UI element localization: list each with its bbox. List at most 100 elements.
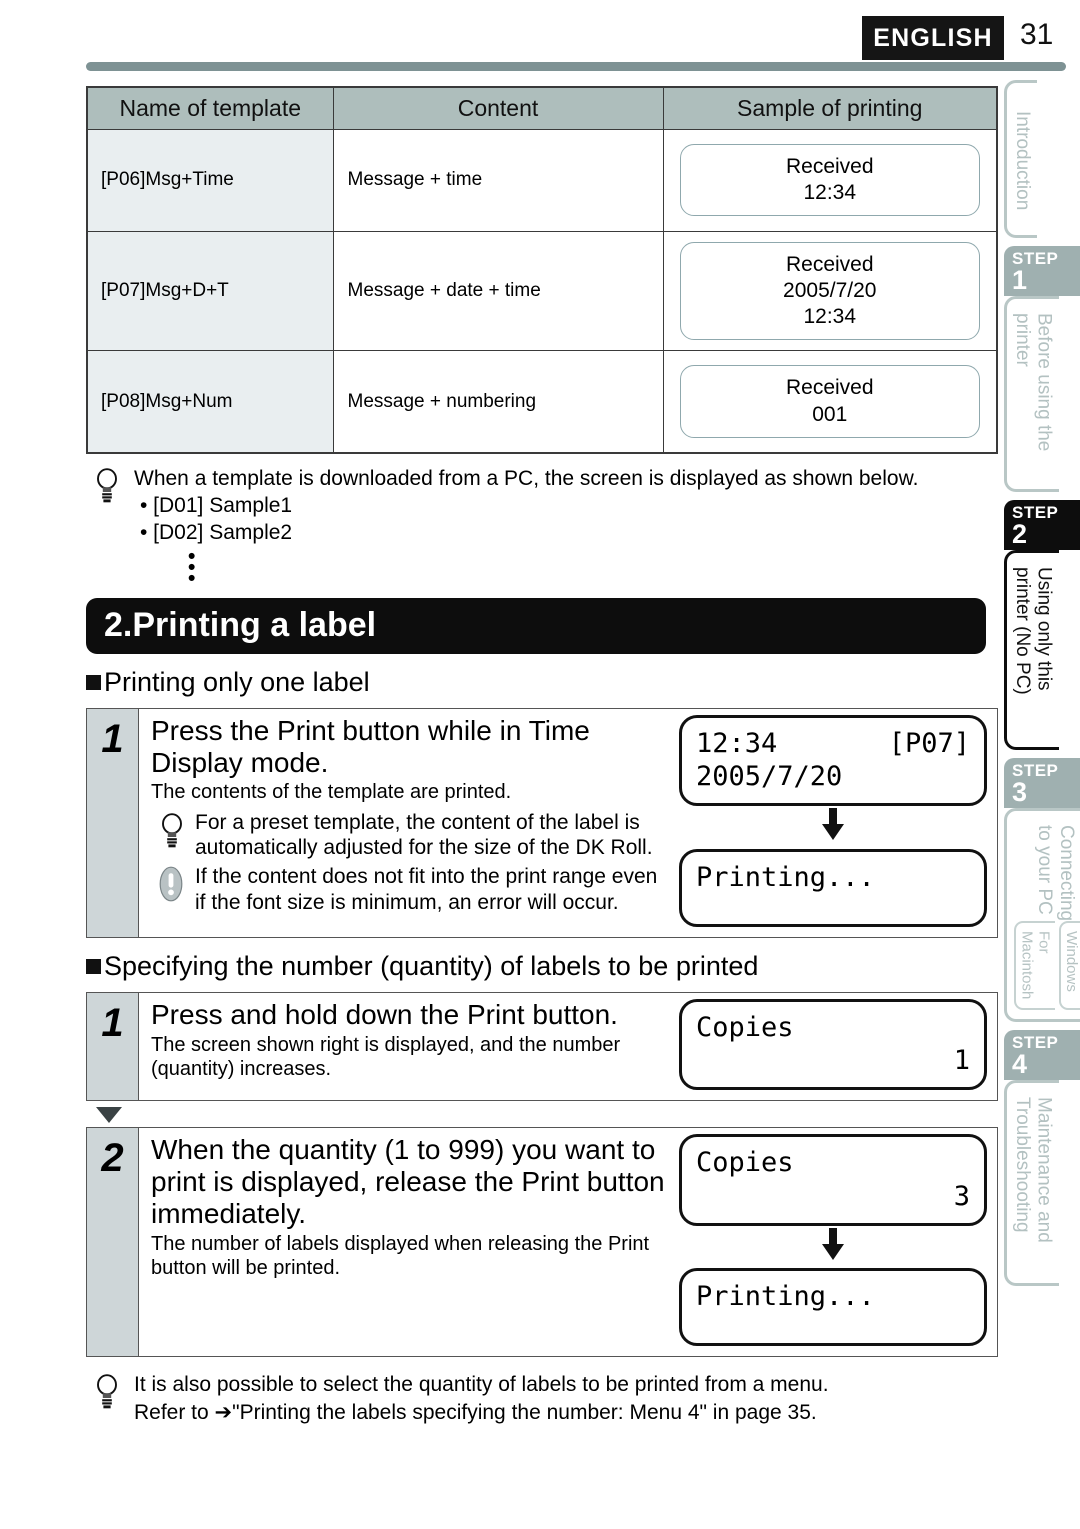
lcd-display-copies: Copies 3	[679, 1134, 987, 1226]
step-lcd-side: Copies 1	[667, 998, 987, 1091]
manual-page: ENGLISH 31 Name of template Content Samp…	[0, 0, 1080, 1529]
step-body: Press and hold down the Print button. Th…	[139, 993, 997, 1101]
language-badge: ENGLISH	[862, 16, 1004, 60]
sample-line: Received	[785, 154, 874, 178]
template-content: Message + numbering	[332, 350, 664, 454]
sidebar-tab-step-2-label: Using only this printer (No PC)	[1004, 550, 1059, 750]
step-block-release-print: 2 When the quantity (1 to 999) you want …	[86, 1127, 998, 1358]
download-note-item: • [D01] Sample1	[140, 494, 293, 518]
template-content: Message + time	[332, 128, 664, 232]
sidebar-subtab-for-windows[interactable]: For Windows	[1058, 921, 1080, 1010]
lcd-sample-box: Received 12:34	[679, 143, 980, 217]
template-name: [P07]Msg+D+T	[86, 230, 334, 352]
page-number: 31	[1020, 18, 1054, 51]
template-content: Message + date + time	[332, 230, 664, 352]
footer-note-line-2: Refer to ➔"Printing the labels specifyin…	[134, 1400, 817, 1424]
sidebar-tab-step-2[interactable]: STEP 2 Using only this printer (No PC)	[1004, 500, 1080, 750]
sidebar-tab-step-3-label: Connecting to your PC	[1034, 825, 1077, 922]
lcd-date: 2005/7/20	[696, 761, 843, 793]
sidebar-tabs: Introduction STEP 1 Before using the pri…	[1004, 80, 1080, 1286]
ellipsis-dot: •	[188, 555, 196, 579]
step-number: 1	[87, 992, 139, 1101]
sidebar-tab-step-4-label: Maintenance and Troubleshooting	[1004, 1080, 1059, 1286]
step-title: Press and hold down the Print button.	[151, 998, 618, 1030]
bullet-square-icon	[86, 958, 101, 974]
step-tip: For a preset template, the content of th…	[151, 810, 667, 861]
lcd-copies-value: 1	[953, 1045, 970, 1077]
download-note-line: When a template is downloaded from a PC,…	[134, 466, 919, 490]
step-warning: If the content does not fit into the pri…	[151, 864, 667, 915]
lcd-copies-label: Copies	[696, 1011, 794, 1043]
step-digit: 3	[1012, 777, 1028, 807]
sidebar-tab-introduction[interactable]: Introduction	[1004, 80, 1080, 238]
step-title: Press the Print button while in Time Dis…	[151, 714, 590, 778]
lcd-display-copies: Copies 1	[679, 998, 987, 1091]
table-row: [P08]Msg+Num Message + numbering Receive…	[86, 350, 998, 454]
content-column: Name of template Content Sample of print…	[86, 86, 998, 1426]
table-row: [P07]Msg+D+T Message + date + time Recei…	[86, 230, 998, 352]
step-description: The contents of the template are printed…	[151, 781, 512, 804]
lcd-printing-text: Printing...	[696, 1281, 875, 1313]
sidebar-tab-step-1[interactable]: STEP 1 Before using the printer	[1004, 246, 1080, 492]
step-number: 2	[87, 1128, 139, 1357]
step-block-print-one: 1 Press the Print button while in Time D…	[86, 707, 998, 938]
lcd-display-printing: Printing...	[679, 848, 987, 927]
template-name: [P06]Msg+Time	[86, 128, 334, 232]
sidebar-tab-step-3-group: Connecting to your PC For Windows For Ma…	[1004, 808, 1080, 1022]
sidebar-tab-step-1-label: Before using the printer	[1004, 296, 1059, 492]
bulb-icon	[97, 467, 117, 503]
col-header-name: Name of template	[86, 86, 334, 130]
sidebar-tab-step-2-head: STEP 2	[1004, 500, 1080, 550]
step-digit: 1	[1012, 265, 1028, 295]
step-digit: 2	[1012, 519, 1028, 549]
template-sample: Received 2005/7/20 12:34	[662, 230, 998, 352]
sidebar-tab-step-4[interactable]: STEP 4 Maintenance and Troubleshooting	[1004, 1030, 1080, 1286]
sidebar-tab-step-3[interactable]: STEP 3 Connecting to your PC For Windows…	[1004, 758, 1080, 1022]
footer-note: It is also possible to select the quanti…	[86, 1371, 998, 1426]
template-name: [P08]Msg+Num	[86, 350, 334, 454]
bullet-square-icon	[86, 674, 101, 690]
template-sample: Received 001	[662, 350, 998, 454]
step-description: The number of labels displayed when rele…	[151, 1232, 650, 1280]
step-digit: 4	[1012, 1049, 1028, 1079]
step-text: Press the Print button while in Time Dis…	[151, 715, 667, 927]
sample-line: 12:34	[803, 181, 857, 204]
lcd-sample-box: Received 001	[679, 365, 980, 438]
step-warning-text: If the content does not fit into the pri…	[195, 865, 658, 914]
lcd-time: 12:34	[696, 727, 778, 759]
step-block-hold-print: 1 Press and hold down the Print button. …	[86, 991, 998, 1102]
bulb-icon	[97, 1374, 117, 1409]
subsection-heading-2: Specifying the number (quantity) of labe…	[86, 951, 998, 982]
lcd-line: 12:34 [P07]	[696, 727, 970, 761]
bulb-icon	[162, 813, 182, 848]
sample-line: 001	[812, 402, 848, 426]
sidebar-tab-step-3-head: STEP 3	[1004, 758, 1080, 808]
footer-note-line-1: It is also possible to select the quanti…	[134, 1373, 829, 1397]
sample-line: Received	[785, 252, 874, 276]
template-sample: Received 12:34	[662, 128, 998, 232]
lcd-sample-box: Received 2005/7/20 12:34	[679, 241, 980, 341]
subsection-heading-1-label: Printing only one label	[104, 666, 370, 697]
header-rule	[86, 62, 1066, 71]
ellipsis-dot: •	[188, 544, 196, 568]
step-number: 1	[87, 708, 139, 937]
step-title: When the quantity (1 to 999) you want to…	[151, 1134, 665, 1230]
arrow-down-icon	[679, 808, 987, 847]
subsection-heading-1: Printing only one label	[86, 667, 998, 698]
lcd-template-id: [P07]	[888, 727, 970, 759]
sidebar-tab-introduction-label: Introduction	[1004, 80, 1037, 238]
lcd-printing-text: Printing...	[696, 861, 875, 893]
lcd-display-printing: Printing...	[679, 1268, 987, 1347]
subsection-heading-2-label: Specifying the number (quantity) of labe…	[104, 950, 759, 981]
download-note-item: • [D02] Sample2	[140, 521, 293, 545]
step-body: Press the Print button while in Time Dis…	[139, 709, 997, 937]
exclamation-icon	[159, 866, 183, 902]
step-text: When the quantity (1 to 999) you want to…	[151, 1134, 667, 1346]
ellipsis-dot: •	[188, 566, 196, 590]
step-description: The screen shown right is displayed, and…	[151, 1033, 621, 1081]
sidebar-subtab-for-macintosh[interactable]: For Macintosh	[1014, 921, 1055, 1010]
vertical-ellipsis: • • •	[188, 544, 998, 590]
download-note: When a template is downloaded from a PC,…	[86, 465, 998, 590]
table-header-row: Name of template Content Sample of print…	[86, 86, 998, 130]
step-body: When the quantity (1 to 999) you want to…	[139, 1128, 997, 1356]
